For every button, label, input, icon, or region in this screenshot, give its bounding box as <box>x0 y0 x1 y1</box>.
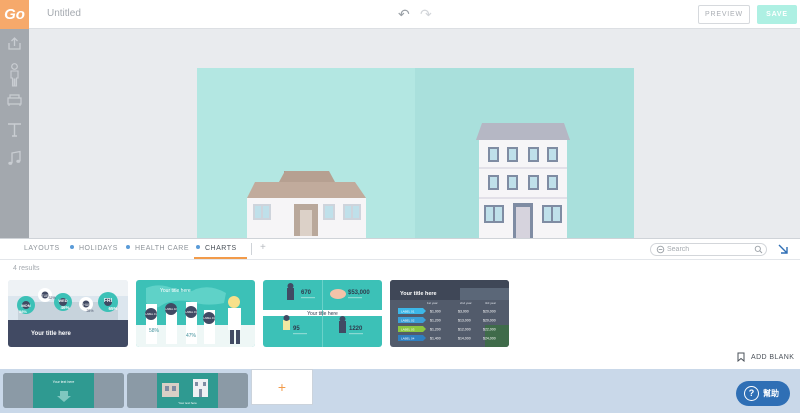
building-illustration[interactable] <box>476 123 570 239</box>
table-cell: $1,200 <box>430 319 441 323</box>
bar-label: LABEL 01 <box>145 312 157 316</box>
slide-strip: Your text here Your text here + ? 幫助 <box>0 369 800 413</box>
bar-label: LABEL 02 <box>165 307 177 311</box>
table-cell: $1,000 <box>430 310 441 314</box>
template-thumbnail[interactable]: 670 $53,000 95 1220 Your title here <box>263 280 382 347</box>
bar-value: 47% <box>186 333 197 339</box>
document-title[interactable]: Untitled <box>47 8 81 19</box>
slide-thumbnail[interactable]: Your text here <box>127 373 248 408</box>
tab-dot-icon <box>70 245 74 250</box>
help-icon: ? <box>744 386 759 401</box>
left-sidebar <box>0 29 29 239</box>
table-cell: $20,000 <box>483 319 496 323</box>
bar-label: LABEL 03 <box>185 310 197 314</box>
category-tabs: LAYOUTS HOLIDAYS HEALTH CARE CHARTS + <box>0 239 800 260</box>
filter-icon <box>656 245 665 254</box>
search-input[interactable] <box>667 244 752 255</box>
table-row-label: LABEL 02 <box>401 319 415 323</box>
table-cell: $20,000 <box>483 310 496 314</box>
tab-label: HEALTH CARE <box>135 245 189 252</box>
template-thumbnail[interactable]: Your title here LABEL 01 LABEL 02 LABEL … <box>136 280 255 347</box>
table-cell: $14,000 <box>458 337 471 341</box>
table-cell: $13,000 <box>458 319 471 323</box>
table-cell: $22,000 <box>483 328 496 332</box>
bar-label: LABEL 04 <box>203 316 215 320</box>
add-blank-button[interactable]: ADD BLANK <box>737 352 794 364</box>
table-col-header: 2nd year <box>460 301 472 305</box>
bubble-value: 32% <box>48 296 55 300</box>
house-illustration[interactable] <box>245 168 369 239</box>
tab-dot-icon <box>126 245 130 250</box>
tab-label: HOLIDAYS <box>79 245 118 252</box>
template-thumbnail[interactable]: MON 58% TUE 32% WED 46% THUR 28% FRI 65%… <box>8 280 128 347</box>
bubble-value: 58% <box>19 309 27 314</box>
bookmark-icon <box>737 352 745 363</box>
search-box <box>650 243 767 256</box>
stat-value: 1220 <box>349 326 363 332</box>
bubble-day: THUR <box>81 303 91 307</box>
table-cell: $24,000 <box>483 337 496 341</box>
scene-canvas[interactable] <box>197 68 634 239</box>
add-blank-label: ADD BLANK <box>751 354 795 361</box>
add-slide-button[interactable]: + <box>251 369 313 405</box>
thumb-title: Your title here <box>307 311 338 317</box>
tab-label: LAYOUTS <box>24 245 60 252</box>
editor-app: Go Untitled ↶ ↷ PREVIEW SAVE LAYOUTS HOL… <box>0 0 800 413</box>
table-cell: $1,400 <box>430 337 441 341</box>
app-logo[interactable]: Go <box>0 0 29 29</box>
thumb-title: Your title here <box>160 288 191 294</box>
table-row-label: LABEL 03 <box>401 328 415 332</box>
top-bar: Go Untitled ↶ ↷ PREVIEW SAVE <box>0 0 800 29</box>
results-count: 4 results <box>13 265 40 272</box>
stat-value: 95 <box>293 326 300 332</box>
stat-value: $53,000 <box>348 290 370 296</box>
bar-value: 58% <box>149 328 160 334</box>
table-col-header: 3rd year <box>485 301 496 305</box>
tab-charts[interactable]: CHARTS <box>194 239 247 259</box>
props-icon[interactable] <box>6 91 23 108</box>
undo-icon[interactable]: ↶ <box>398 6 410 22</box>
table-cell: $1,200 <box>430 328 441 332</box>
table-col-header: 1st year <box>427 301 438 305</box>
slide-title: Your text here <box>53 380 75 384</box>
character-icon[interactable] <box>6 63 23 87</box>
bubble-day: FRI <box>104 298 113 304</box>
slide-title: Your text here <box>178 401 197 405</box>
bar-value: 35% <box>204 336 215 342</box>
bubble-value: 46% <box>60 305 69 310</box>
template-thumbnail[interactable]: Your title here 1st year 2nd year 3rd ye… <box>390 280 509 347</box>
help-label: 幫助 <box>763 389 779 398</box>
tab-holidays[interactable]: HOLIDAYS <box>68 239 120 259</box>
tab-layouts[interactable]: LAYOUTS <box>22 239 62 259</box>
save-button[interactable]: SAVE <box>757 5 797 24</box>
bubble-value: 28% <box>86 309 93 313</box>
table-row-label: LABEL 04 <box>401 337 415 341</box>
bubble-day: MON <box>21 303 30 308</box>
table-row-label: LABEL 01 <box>401 310 415 314</box>
help-button[interactable]: ? 幫助 <box>736 381 790 406</box>
tab-health-care[interactable]: HEALTH CARE <box>124 239 191 259</box>
table-cell: $3,000 <box>458 310 469 314</box>
slide-thumbnail[interactable]: Your text here <box>3 373 124 408</box>
tab-divider <box>251 243 252 255</box>
bar-value: 89% <box>167 322 178 328</box>
template-panel: LAYOUTS HOLIDAYS HEALTH CARE CHARTS + 4 … <box>0 238 800 369</box>
thumb-title: Your title here <box>400 291 437 297</box>
music-icon[interactable] <box>6 150 23 167</box>
bubble-value: 65% <box>108 306 117 311</box>
collapse-panel-icon[interactable] <box>776 242 790 256</box>
add-tab-button[interactable]: + <box>260 242 266 253</box>
bubble-day: WED <box>58 298 67 303</box>
search-icon[interactable] <box>754 245 763 254</box>
tab-label: CHARTS <box>205 245 237 252</box>
redo-icon[interactable]: ↷ <box>420 6 432 22</box>
canvas-stage <box>29 29 800 239</box>
upload-icon[interactable] <box>6 35 23 52</box>
stat-value: 670 <box>301 290 312 296</box>
table-cell: $12,000 <box>458 328 471 332</box>
preview-button[interactable]: PREVIEW <box>698 5 750 24</box>
tab-dot-icon <box>196 245 200 250</box>
thumb-title: Your title here <box>31 331 72 337</box>
text-icon[interactable] <box>6 121 23 138</box>
